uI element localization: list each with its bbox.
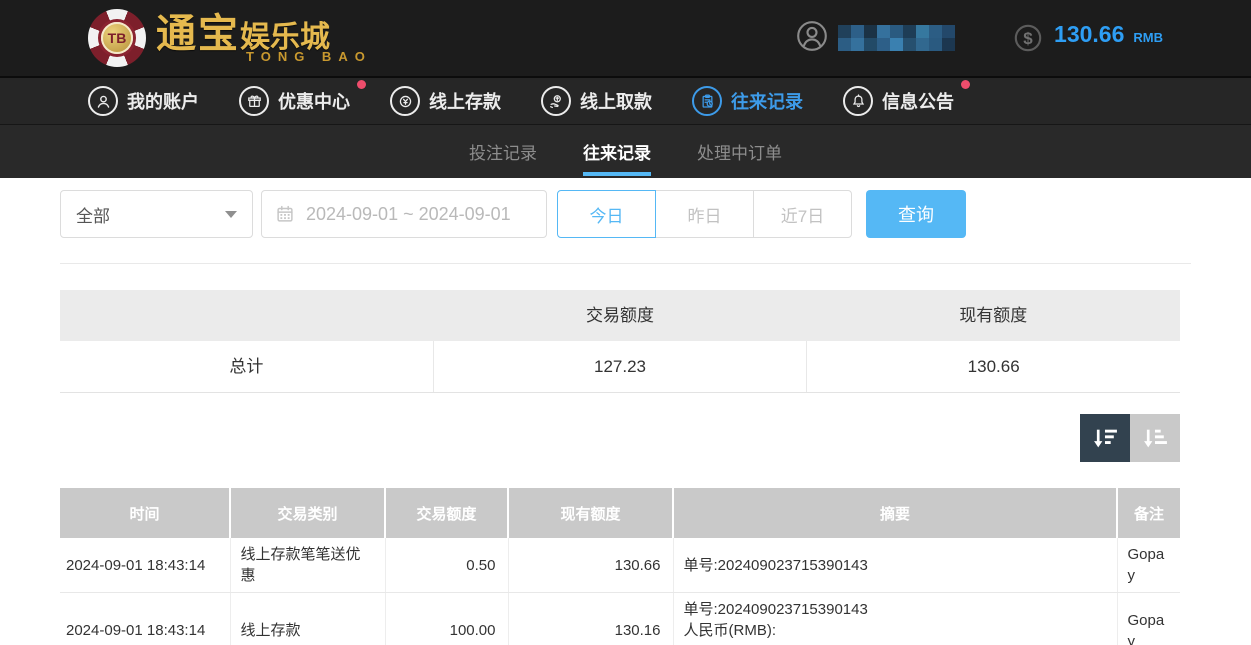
summary-total-current-balance: 130.66	[806, 341, 1180, 392]
currency-dollar-icon: $	[1011, 21, 1045, 55]
summary-table: 交易额度 现有额度 总计 127.23 130.66	[60, 290, 1180, 393]
col-time: 时间	[60, 488, 230, 538]
balance-amount: 130.66	[1054, 21, 1124, 48]
range-yesterday-button[interactable]: 昨日	[655, 190, 754, 238]
notification-dot	[357, 80, 366, 89]
section-divider	[60, 263, 1191, 264]
summary-total-label: 总计	[60, 341, 433, 392]
nav-item-my-account[interactable]: 我的账户	[88, 86, 199, 116]
records-icon	[692, 86, 722, 116]
records-header-row: 时间 交易类别 交易额度 现有额度 摘要 备注	[60, 488, 1180, 538]
bell-icon	[843, 86, 873, 116]
nav-label: 优惠中心	[278, 88, 350, 114]
summary-header-current-balance: 现有额度	[807, 290, 1180, 341]
col-transaction-amount: 交易额度	[385, 488, 508, 538]
col-current-balance: 现有额度	[508, 488, 673, 538]
user-account[interactable]	[794, 18, 959, 59]
summary-total-transaction-amount: 127.23	[433, 341, 807, 392]
content: 全部 2024-09-01 ~ 2024-09-01 今日 昨日 近7日	[0, 190, 1251, 645]
summary-line: 100	[684, 641, 1107, 645]
summary-line: 单号:202409023715390143	[684, 555, 1107, 576]
nav-item-online-deposit[interactable]: 线上存款	[390, 86, 501, 116]
cell-amount: 100.00	[385, 593, 508, 645]
user-avatar-icon	[794, 18, 830, 59]
summary-line: 单号:202409023715390143	[684, 599, 1107, 620]
cell-type: 线上存款笔笔送优惠	[230, 538, 385, 593]
date-range-input[interactable]: 2024-09-01 ~ 2024-09-01	[261, 190, 547, 238]
quick-range-group: 今日 昨日 近7日	[557, 190, 852, 238]
nav-label: 我的账户	[127, 88, 199, 114]
gift-icon	[239, 86, 269, 116]
col-remark: 备注	[1117, 488, 1180, 538]
tab-transaction-records[interactable]: 往来记录	[583, 125, 651, 178]
summary-total-row: 总计 127.23 130.66	[60, 341, 1180, 393]
user-icon	[88, 86, 118, 116]
notification-dot	[961, 80, 970, 89]
cell-remark: Gopay	[1117, 593, 1180, 645]
col-summary: 摘要	[673, 488, 1117, 538]
deposit-icon	[390, 86, 420, 116]
casino-chip-icon: TB	[88, 9, 146, 67]
topbar-right: $ 130.66 RMB	[794, 18, 1163, 59]
range-last7days-button[interactable]: 近7日	[753, 190, 852, 238]
col-type: 交易类别	[230, 488, 385, 538]
summary-header-empty	[60, 290, 433, 341]
nav-item-announcements[interactable]: 信息公告	[843, 86, 954, 116]
withdraw-icon	[541, 86, 571, 116]
top-header: TB 通宝娱乐城 TONG BAO $ 130.66	[0, 0, 1251, 76]
nav-item-transaction-records[interactable]: 往来记录	[692, 86, 803, 116]
tab-betting-records[interactable]: 投注记录	[469, 125, 537, 178]
summary-header-row: 交易额度 现有额度	[60, 290, 1180, 341]
main-nav: 我的账户 优惠中心 线上存款	[0, 76, 1251, 124]
chevron-down-icon	[225, 211, 237, 218]
sort-descending-button[interactable]	[1080, 414, 1130, 462]
calendar-icon	[274, 203, 296, 225]
cell-amount: 0.50	[385, 538, 508, 593]
nav-item-promotions[interactable]: 优惠中心	[239, 86, 350, 116]
balance-currency: RMB	[1133, 30, 1163, 45]
svg-text:$: $	[1023, 29, 1033, 48]
balance[interactable]: $ 130.66 RMB	[1011, 21, 1163, 55]
site-logo[interactable]: TB 通宝娱乐城 TONG BAO	[88, 9, 372, 67]
range-today-button[interactable]: 今日	[557, 190, 656, 238]
sort-bar	[60, 414, 1180, 462]
category-select-value: 全部	[76, 202, 110, 227]
search-button[interactable]: 查询	[866, 190, 966, 238]
nav-item-online-withdraw[interactable]: 线上取款	[541, 86, 652, 116]
cell-balance: 130.16	[508, 593, 673, 645]
nav-label: 信息公告	[882, 88, 954, 114]
nav-label: 线上存款	[429, 88, 501, 114]
cell-type: 线上存款	[230, 593, 385, 645]
nav-label: 往来记录	[731, 88, 803, 114]
table-row: 2024-09-01 18:43:14 线上存款笔笔送优惠 0.50 130.6…	[60, 538, 1180, 593]
cell-summary: 单号:202409023715390143	[673, 538, 1117, 593]
sub-tabs: 投注记录 往来记录 处理中订单	[0, 124, 1251, 178]
category-select[interactable]: 全部	[60, 190, 253, 238]
summary-header-transaction-amount: 交易额度	[433, 290, 806, 341]
sort-ascending-button[interactable]	[1130, 414, 1180, 462]
logo-text: 通宝娱乐城 TONG BAO	[156, 14, 372, 63]
records-table: 时间 交易类别 交易额度 现有额度 摘要 备注 2024-09-01 18:43…	[60, 488, 1180, 645]
cell-balance: 130.66	[508, 538, 673, 593]
cell-summary: 单号:202409023715390143 人民币(RMB): 100	[673, 593, 1117, 645]
date-range-value: 2024-09-01 ~ 2024-09-01	[306, 204, 511, 225]
table-row: 2024-09-01 18:43:14 线上存款 100.00 130.16 单…	[60, 593, 1180, 645]
logo-title: 通宝娱乐城	[156, 14, 372, 54]
cell-remark: Gopay	[1117, 538, 1180, 593]
filter-row: 全部 2024-09-01 ~ 2024-09-01 今日 昨日 近7日	[60, 190, 1191, 238]
chip-monogram: TB	[101, 22, 133, 54]
summary-line: 人民币(RMB):	[684, 620, 1107, 641]
cell-time: 2024-09-01 18:43:14	[60, 538, 230, 593]
censored-username	[838, 25, 959, 52]
nav-label: 线上取款	[580, 88, 652, 114]
tab-processing-orders[interactable]: 处理中订单	[697, 125, 782, 178]
cell-time: 2024-09-01 18:43:14	[60, 593, 230, 645]
